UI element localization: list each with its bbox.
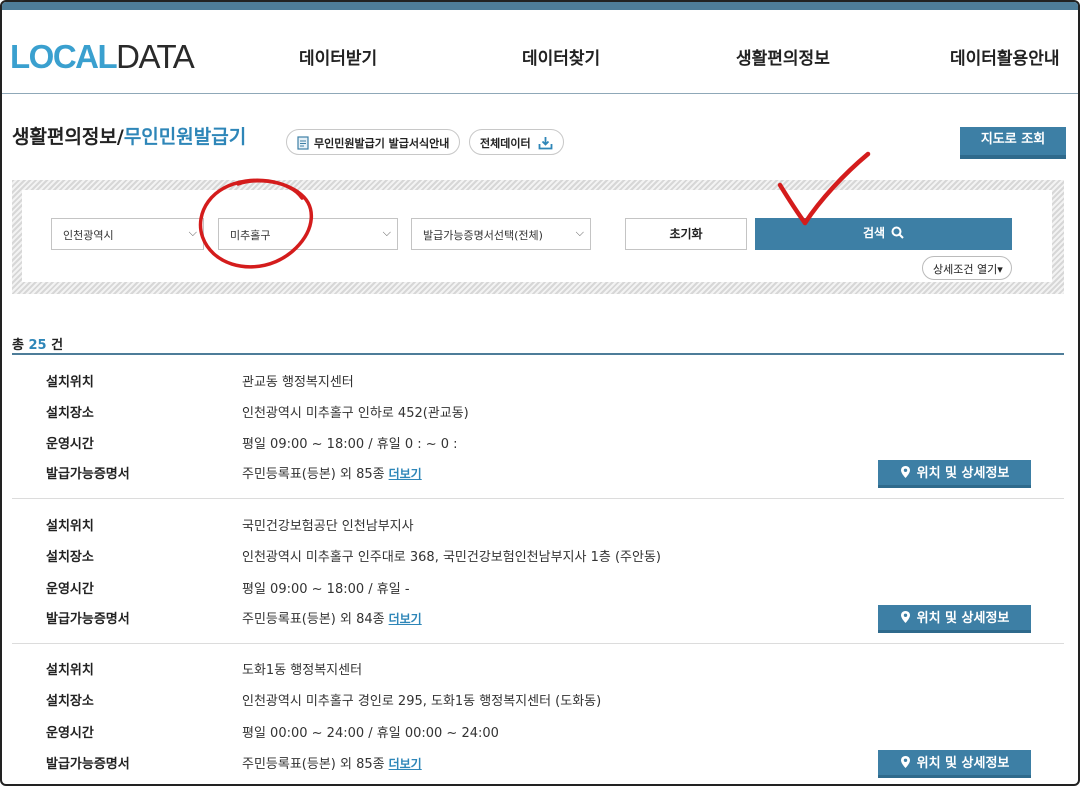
- label-location: 설치위치: [46, 375, 94, 390]
- location-detail-button[interactable]: 위치 및 상세정보: [878, 460, 1031, 488]
- document-icon: [297, 136, 309, 150]
- row-location: 설치위치 도화1동 행정복지센터: [12, 659, 1012, 679]
- page-title: 생활편의정보/무인민원발급기: [12, 122, 246, 149]
- row-place: 설치장소 인천광역시 미추홀구 경인로 295, 도화1동 행정복지센터 (도화동…: [12, 690, 1012, 710]
- row-certs: 발급가능증명서 주민등록표(등본) 외 85종 더보기: [12, 753, 1012, 773]
- value-hours: 평일 09:00 ~ 18:00 / 휴일 0 : ~ 0 :: [242, 437, 458, 452]
- certs-text: 주민등록표(등본) 외 84종: [242, 612, 385, 627]
- city-select-value: 인천광역시: [63, 229, 114, 242]
- row-hours: 운영시간 평일 00:00 ~ 24:00 / 휴일 00:00 ~ 24:00: [12, 722, 1012, 742]
- location-pin-icon: [900, 466, 910, 478]
- nav-living-info[interactable]: 생활편의정보: [736, 44, 830, 69]
- result-item: 설치위치 도화1동 행정복지센터 설치장소 인천광역시 미추홀구 경인로 295, …: [12, 644, 1064, 784]
- issuance-guide-button[interactable]: 무인민원발급기 발급서식안내: [286, 129, 461, 155]
- row-place: 설치장소 인천광역시 미추홀구 인주대로 368, 국민건강보험인천남부지사 1층…: [12, 546, 1012, 566]
- site-header: LOCALDATA 데이터받기 데이터찾기 생활편의정보 데이터활용안내: [2, 10, 1078, 94]
- page-title-accent: 무인민원발급기: [123, 126, 247, 148]
- label-certs: 발급가능증명서: [46, 757, 130, 772]
- row-location: 설치위치 국민건강보험공단 인천남부지사: [12, 515, 1012, 535]
- location-detail-label: 위치 및 상세정보: [916, 466, 1010, 481]
- map-view-button[interactable]: 지도로 조회: [960, 127, 1066, 159]
- more-link[interactable]: 더보기: [389, 467, 422, 481]
- search-panel: 인천광역시 ⌵ 미추홀구 ⌵ 발급가능증명서선택(전체) ⌵ 초기화 검색 상세조건 …: [12, 180, 1064, 294]
- location-detail-button[interactable]: 위치 및 상세정보: [878, 750, 1031, 778]
- search-icon: [891, 226, 904, 239]
- all-data-button[interactable]: 전체데이터: [469, 129, 565, 155]
- result-item: 설치위치 국민건강보험공단 인천남부지사 설치장소 인천광역시 미추홀구 인주대로 …: [12, 499, 1064, 644]
- count-number: 25: [28, 338, 47, 353]
- nav-data-find[interactable]: 데이터찾기: [522, 44, 600, 69]
- search-panel-inner: 인천광역시 ⌵ 미추홀구 ⌵ 발급가능증명서선택(전체) ⌵ 초기화 검색 상세조건 …: [22, 190, 1052, 282]
- browser-frame: LOCALDATA 데이터받기 데이터찾기 생활편의정보 데이터활용안내 생활편…: [0, 0, 1080, 786]
- page-title-prefix: 생활편의정보/: [12, 126, 124, 148]
- value-location: 관교동 행정복지센터: [242, 375, 354, 390]
- detail-conditions-label: 상세조건 열기: [933, 263, 998, 276]
- site-logo[interactable]: LOCALDATA: [10, 38, 195, 76]
- issuance-guide-label: 무인민원발급기 발급서식안내: [314, 137, 450, 150]
- more-link[interactable]: 더보기: [389, 757, 422, 771]
- label-hours: 운영시간: [46, 582, 94, 597]
- label-place: 설치장소: [46, 406, 94, 421]
- count-suffix: 건: [46, 338, 64, 353]
- certificate-select[interactable]: 발급가능증명서선택(전체) ⌵: [411, 218, 591, 250]
- logo-data: DATA: [116, 38, 195, 75]
- value-location: 도화1동 행정복지센터: [242, 663, 363, 678]
- location-pin-icon: [900, 611, 910, 623]
- certs-text: 주민등록표(등본) 외 85종: [242, 467, 385, 482]
- value-place: 인천광역시 미추홀구 인하로 452(관교동): [242, 406, 469, 421]
- download-icon: [539, 137, 553, 150]
- value-hours: 평일 00:00 ~ 24:00 / 휴일 00:00 ~ 24:00: [242, 726, 499, 741]
- row-location: 설치위치 관교동 행정복지센터: [12, 371, 1012, 391]
- row-hours: 운영시간 평일 09:00 ~ 18:00 / 휴일 -: [12, 578, 1012, 598]
- value-location: 국민건강보험공단 인천남부지사: [242, 519, 414, 534]
- value-hours: 평일 09:00 ~ 18:00 / 휴일 -: [242, 582, 410, 597]
- row-certs: 발급가능증명서 주민등록표(등본) 외 84종 더보기: [12, 608, 1012, 628]
- location-detail-button[interactable]: 위치 및 상세정보: [878, 605, 1031, 633]
- detail-conditions-button[interactable]: 상세조건 열기▾: [922, 256, 1012, 280]
- search-button-label: 검색: [862, 226, 886, 240]
- label-place: 설치장소: [46, 694, 94, 709]
- chevron-down-icon: ⌵: [382, 226, 391, 239]
- value-place: 인천광역시 미추홀구 인주대로 368, 국민건강보험인천남부지사 1층 (주안…: [242, 550, 661, 565]
- district-select[interactable]: 미추홀구 ⌵: [218, 218, 398, 250]
- more-link[interactable]: 더보기: [389, 612, 422, 626]
- city-select[interactable]: 인천광역시 ⌵: [51, 218, 204, 250]
- logo-local: LOCAL: [10, 38, 118, 75]
- label-hours: 운영시간: [46, 437, 94, 452]
- row-certs: 발급가능증명서 주민등록표(등본) 외 85종 더보기: [12, 463, 1012, 483]
- label-certs: 발급가능증명서: [46, 612, 130, 627]
- value-certs: 주민등록표(등본) 외 85종 더보기: [242, 463, 422, 482]
- row-place: 설치장소 인천광역시 미추홀구 인하로 452(관교동): [12, 402, 1012, 422]
- reset-button[interactable]: 초기화: [625, 218, 747, 250]
- value-place: 인천광역시 미추홀구 경인로 295, 도화1동 행정복지센터 (도화동): [242, 694, 602, 709]
- certificate-select-value: 발급가능증명서선택(전체): [423, 229, 543, 242]
- count-prefix: 총: [12, 338, 29, 353]
- certs-text: 주민등록표(등본) 외 85종: [242, 757, 385, 772]
- caret-down-icon: ▾: [997, 263, 1003, 276]
- location-pin-icon: [900, 756, 910, 768]
- all-data-label: 전체데이터: [480, 137, 531, 150]
- district-select-value: 미추홀구: [230, 229, 271, 242]
- row-hours: 운영시간 평일 09:00 ~ 18:00 / 휴일 0 : ~ 0 :: [12, 433, 1012, 453]
- value-certs: 주민등록표(등본) 외 84종 더보기: [242, 608, 422, 627]
- label-location: 설치위치: [46, 663, 94, 678]
- search-button[interactable]: 검색: [755, 218, 1012, 250]
- location-detail-label: 위치 및 상세정보: [916, 611, 1010, 626]
- nav-data-download[interactable]: 데이터받기: [299, 44, 377, 69]
- chevron-down-icon: ⌵: [188, 226, 197, 239]
- top-accent-bar: [2, 2, 1078, 10]
- result-count: 총 25 건: [12, 334, 63, 353]
- nav-data-usage-guide[interactable]: 데이터활용안내: [950, 44, 1059, 69]
- label-hours: 운영시간: [46, 726, 94, 741]
- result-item: 설치위치 관교동 행정복지센터 설치장소 인천광역시 미추홀구 인하로 452(관교…: [12, 354, 1064, 499]
- label-certs: 발급가능증명서: [46, 467, 130, 482]
- value-certs: 주민등록표(등본) 외 85종 더보기: [242, 753, 422, 772]
- label-location: 설치위치: [46, 519, 94, 534]
- chevron-down-icon: ⌵: [575, 226, 584, 239]
- location-detail-label: 위치 및 상세정보: [916, 756, 1010, 771]
- label-place: 설치장소: [46, 550, 94, 565]
